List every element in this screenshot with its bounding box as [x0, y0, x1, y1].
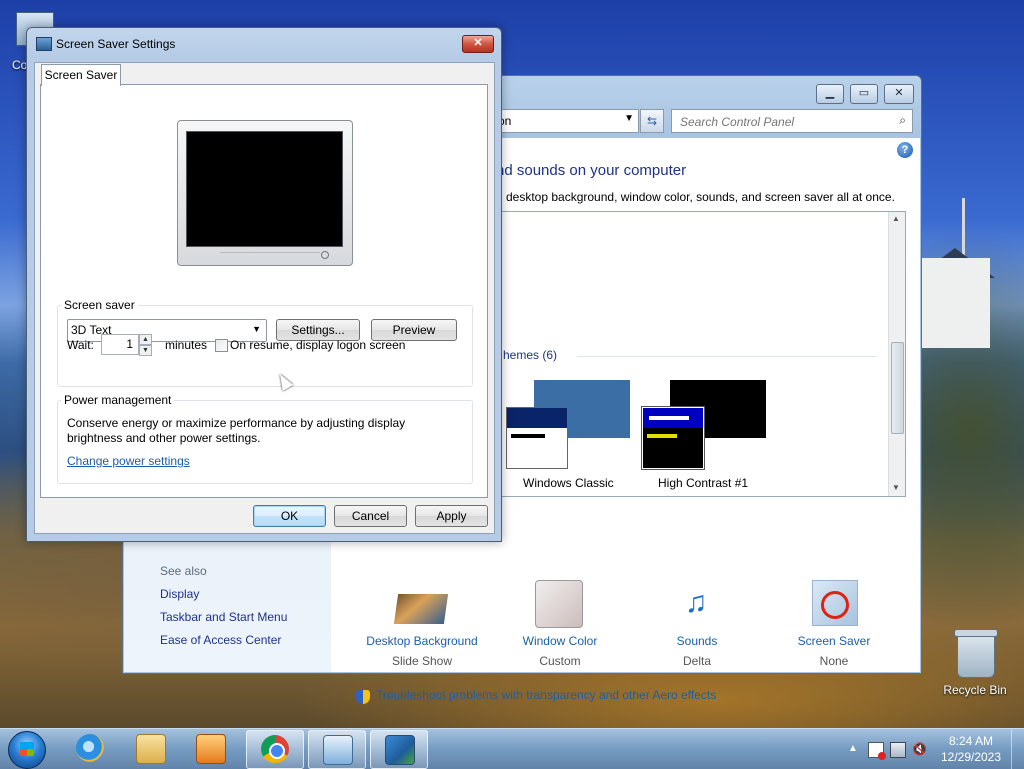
power-management-label: Power management	[61, 393, 175, 407]
taskbar-screen-saver-settings[interactable]	[370, 730, 428, 769]
screen-saver-value: None	[819, 654, 849, 668]
wait-label: Wait:	[67, 338, 94, 352]
chevron-down-icon[interactable]: ▼	[252, 324, 261, 334]
show-hidden-icons-icon[interactable]: ▲	[846, 742, 860, 756]
troubleshoot-link[interactable]: Troubleshoot problems with transparency …	[376, 688, 716, 702]
theme-name[interactable]: High Contrast #1	[658, 476, 748, 490]
screen-saver-group-label: Screen saver	[61, 298, 138, 312]
scrollbar[interactable]: ▲ ▼	[888, 212, 905, 496]
link-display[interactable]: Display	[160, 587, 199, 601]
apply-button[interactable]: Apply	[415, 505, 488, 527]
tab-screen-saver[interactable]: Screen Saver	[41, 64, 121, 86]
spin-down-icon[interactable]: ▼	[139, 345, 152, 356]
taskbar: ▲ 🔇 8:24 AM 12/29/2023	[0, 728, 1024, 769]
minimize-button[interactable]: ▁	[816, 84, 844, 104]
search-input[interactable]	[678, 112, 882, 132]
scroll-up-icon[interactable]: ▲	[892, 214, 900, 223]
screen-saver-settings-icon	[36, 37, 52, 51]
recycle-bin-label[interactable]: Recycle Bin	[940, 683, 1010, 697]
scrollbar-thumb[interactable]	[891, 342, 904, 434]
see-also-label: See also	[160, 564, 207, 578]
clock[interactable]: 8:24 AM 12/29/2023	[936, 733, 1006, 765]
system-tray: ▲ 🔇 8:24 AM 12/29/2023	[834, 729, 1024, 769]
taskbar-internet-explorer[interactable]	[62, 730, 118, 767]
wait-stepper[interactable]: ▲ ▼	[139, 334, 152, 356]
sounds-icon[interactable]: ♫	[672, 580, 720, 626]
tab-page: Screen saver 3D Text ▼ Settings... Previ…	[40, 84, 488, 498]
desktop-background-icon[interactable]	[393, 594, 449, 624]
recycle-bin-icon[interactable]	[954, 629, 998, 678]
window-color-link[interactable]: Window Color	[495, 634, 625, 648]
screen-saver-settings-icon	[385, 735, 415, 765]
taskbar-media-player[interactable]	[182, 730, 238, 767]
link-taskbar-start-menu[interactable]: Taskbar and Start Menu	[160, 610, 287, 624]
windows-explorer-icon	[136, 734, 166, 764]
dialog-body: Screen Saver Screen saver 3D Text ▼ Sett…	[34, 62, 495, 534]
link-ease-of-access[interactable]: Ease of Access Center	[160, 633, 281, 647]
theme-name[interactable]: Windows Classic	[523, 476, 614, 490]
minutes-label: minutes	[165, 338, 208, 352]
search-icon[interactable]: ⌕	[899, 113, 906, 128]
power-led-icon	[321, 251, 329, 259]
media-player-icon	[196, 734, 226, 764]
resume-logon-checkbox[interactable]	[215, 339, 228, 352]
cancel-button[interactable]: Cancel	[334, 505, 407, 527]
screen-saver-link[interactable]: Screen Saver	[769, 634, 899, 648]
desktop-background-link[interactable]: Desktop Background	[357, 634, 487, 648]
maximize-button[interactable]: ▭	[850, 84, 878, 104]
clock-date: 12/29/2023	[940, 750, 1002, 764]
action-center-icon[interactable]	[868, 742, 886, 760]
clock-time: 8:24 AM	[948, 734, 994, 748]
help-icon[interactable]: ?	[897, 142, 913, 158]
chevron-down-icon[interactable]: ▼	[624, 113, 634, 124]
chrome-icon	[261, 735, 289, 763]
dialog-title: Screen Saver Settings	[56, 37, 176, 51]
power-description-line1: Conserve energy or maximize performance …	[67, 416, 406, 430]
desktop-background-value: Slide Show	[391, 654, 453, 668]
scroll-down-icon[interactable]: ▼	[892, 483, 900, 492]
resume-logon-label[interactable]: On resume, display logon screen	[230, 338, 405, 352]
sounds-value: Delta	[682, 654, 711, 668]
shield-icon	[356, 690, 370, 704]
show-desktop-button[interactable]	[1011, 729, 1024, 769]
close-button[interactable]: ✕	[884, 84, 914, 104]
spin-up-icon[interactable]: ▲	[139, 334, 152, 345]
start-button[interactable]	[8, 731, 46, 769]
network-icon[interactable]	[890, 742, 906, 758]
preview-screen	[186, 131, 343, 247]
window-color-icon[interactable]	[535, 580, 583, 628]
monitor-base	[220, 252, 320, 259]
monitor-preview	[177, 120, 353, 266]
themes-list[interactable]: hemes (6) Windows Classic High Contrast …	[496, 211, 906, 497]
taskbar-control-panel[interactable]	[308, 730, 366, 769]
ok-button[interactable]: OK	[253, 505, 326, 527]
themes-section-label: hemes (6)	[503, 348, 558, 362]
internet-explorer-icon	[76, 734, 104, 762]
taskbar-chrome[interactable]	[246, 730, 304, 769]
control-panel-icon	[323, 735, 353, 765]
address-bar[interactable]: on ▼	[493, 109, 639, 133]
wait-minutes-input[interactable]: 1	[101, 334, 139, 355]
page-heading: nd sounds on your computer	[496, 162, 687, 179]
page-subheading: desktop background, window color, sounds…	[506, 190, 895, 204]
themes-divider	[577, 356, 877, 357]
search-box[interactable]: ⌕	[671, 109, 913, 133]
theme-windows-classic-window	[506, 407, 568, 469]
power-description-line2: brightness and other power settings.	[67, 431, 261, 445]
volume-muted-icon[interactable]: 🔇	[912, 742, 927, 756]
house	[920, 258, 990, 348]
sounds-link[interactable]: Sounds	[632, 634, 762, 648]
screen-saver-settings-dialog[interactable]: Screen Saver Settings ✕ Screen Saver Scr…	[26, 27, 502, 542]
taskbar-windows-explorer[interactable]	[122, 730, 178, 767]
refresh-icon[interactable]: ⇆	[640, 109, 664, 133]
theme-high-contrast-window	[641, 406, 705, 470]
screen-saver-icon[interactable]	[812, 580, 858, 626]
wait-value: 1	[126, 337, 133, 351]
window-color-value: Custom	[539, 654, 581, 668]
change-power-settings-link[interactable]: Change power settings	[67, 454, 190, 468]
close-button[interactable]: ✕	[462, 35, 494, 53]
no-symbol-icon	[821, 591, 849, 619]
